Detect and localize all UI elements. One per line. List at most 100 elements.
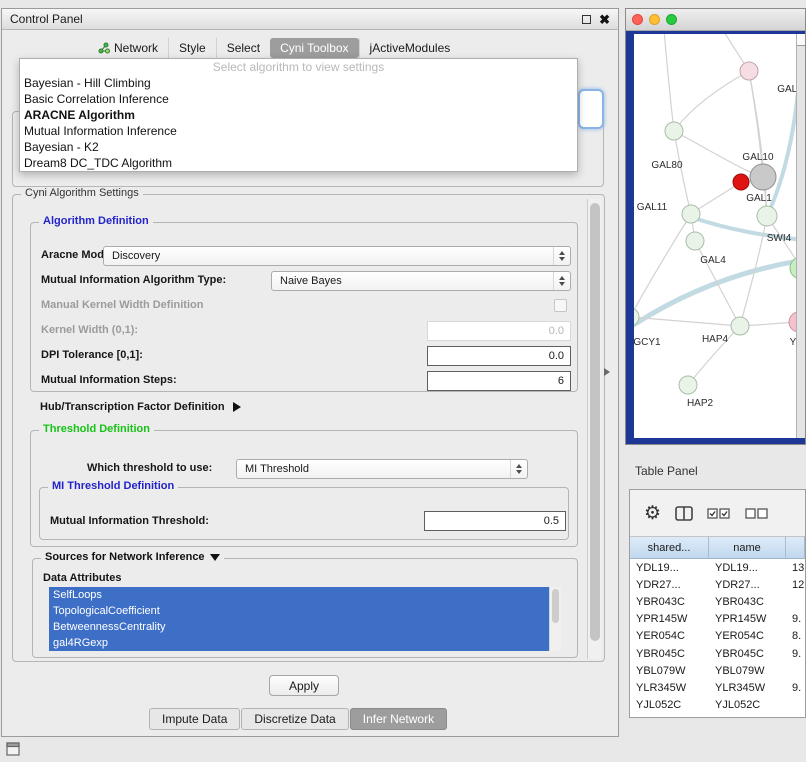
- table-row[interactable]: YLR345WYLR345W9.: [630, 679, 805, 696]
- network-scrollbar[interactable]: [796, 34, 805, 438]
- dpi-tolerance-label: DPI Tolerance [0,1]:: [41, 349, 143, 361]
- tab-style[interactable]: Style: [168, 38, 216, 58]
- table-row[interactable]: YER054CYER054C8.: [630, 628, 805, 645]
- table-cell: 13: [786, 562, 805, 574]
- restore-panel-icon[interactable]: [6, 742, 20, 756]
- table-row[interactable]: YPR145WYPR145W9.: [630, 611, 805, 628]
- table-cell: YER054C: [630, 630, 709, 642]
- column-header-shared[interactable]: shared...: [630, 537, 709, 558]
- settings-scrollbar[interactable]: [587, 199, 601, 659]
- network-node-label: GAL80: [651, 160, 683, 171]
- attribute-item-selfloops[interactable]: SelfLoops: [49, 587, 549, 603]
- table-row[interactable]: YJL052CYJL052C: [630, 697, 805, 714]
- mi-type-combo[interactable]: Naive Bayes: [271, 271, 571, 291]
- dpi-tolerance-field[interactable]: 0.0: [427, 346, 571, 366]
- table-row[interactable]: YBR045CYBR045C9.: [630, 645, 805, 662]
- algorithm-option-aracne-algorithm[interactable]: ARACNE Algorithm: [20, 107, 577, 123]
- kernel-width-field[interactable]: 0.0: [427, 321, 571, 341]
- manual-kernel-checkbox[interactable]: [554, 299, 567, 312]
- column-header-name[interactable]: name: [709, 537, 786, 558]
- bottom-tab-impute-data[interactable]: Impute Data: [149, 708, 240, 730]
- bottom-tab-infer-network[interactable]: Infer Network: [350, 708, 447, 730]
- table-row[interactable]: YDR27...YDR27...12: [630, 576, 805, 593]
- apply-button[interactable]: Apply: [269, 675, 339, 696]
- mi-steps-value: 6: [558, 375, 564, 387]
- network-node[interactable]: [731, 317, 749, 335]
- network-node[interactable]: [679, 376, 697, 394]
- table-cell: YBR045C: [709, 648, 786, 660]
- network-node[interactable]: [682, 205, 700, 223]
- tab-select[interactable]: Select: [216, 38, 270, 58]
- table-cell: YDR27...: [630, 579, 709, 591]
- table-cell: YJL052C: [709, 699, 786, 711]
- deselect-all-checkboxes-icon[interactable]: [745, 508, 769, 519]
- gear-icon[interactable]: ⚙: [644, 504, 661, 523]
- algorithm-option-mutual-information-inference[interactable]: Mutual Information Inference: [20, 123, 577, 139]
- attributes-scrollbar-thumb[interactable]: [552, 589, 559, 623]
- table-row[interactable]: YDL19...YDL19...13: [630, 559, 805, 576]
- close-panel-icon[interactable]: ✖: [599, 13, 610, 26]
- tab-label: jActiveModules: [370, 41, 451, 55]
- table-cell: YDL19...: [709, 562, 786, 574]
- combo-spinner-icon: [553, 272, 570, 290]
- algorithm-option-dream8-dc-tdc-algorithm[interactable]: Dream8 DC_TDC Algorithm: [20, 155, 577, 171]
- table-cell: YDR27...: [709, 579, 786, 591]
- network-edge: [634, 214, 691, 317]
- attribute-item-topologicalcoefficient[interactable]: TopologicalCoefficient: [49, 603, 549, 619]
- mi-type-value: Naive Bayes: [280, 275, 342, 287]
- table-cell: 9.: [786, 613, 805, 625]
- algorithm-option-basic-correlation-inference[interactable]: Basic Correlation Inference: [20, 91, 577, 107]
- mi-steps-label: Mutual Information Steps:: [41, 374, 177, 386]
- network-node-label: SWI4: [767, 233, 792, 244]
- mi-threshold-field[interactable]: 0.5: [424, 511, 566, 531]
- network-scroll-button[interactable]: [797, 34, 805, 46]
- collapse-arrow-icon[interactable]: [210, 554, 220, 561]
- table-row[interactable]: YBL079WYBL079W: [630, 662, 805, 679]
- splitter-arrow-icon[interactable]: [604, 368, 610, 376]
- table-cell: YBL079W: [709, 665, 786, 677]
- tab-jactivemodules[interactable]: jActiveModules: [359, 38, 461, 58]
- float-window-icon[interactable]: [582, 15, 591, 24]
- table-body: YDL19...YDL19...13YDR27...YDR27...12YBR0…: [630, 559, 805, 717]
- algorithm-popup-placeholder[interactable]: Select algorithm to view settings: [20, 59, 577, 75]
- aracne-mode-combo[interactable]: Discovery: [103, 246, 571, 266]
- close-window-icon[interactable]: [632, 14, 643, 25]
- zoom-window-icon[interactable]: [666, 14, 677, 25]
- network-node[interactable]: [686, 232, 704, 250]
- settings-scrollbar-thumb[interactable]: [590, 203, 600, 641]
- network-node[interactable]: [733, 174, 749, 190]
- attributes-scrollbar[interactable]: [549, 587, 561, 651]
- tab-cyni-toolbox[interactable]: Cyni Toolbox: [270, 38, 358, 58]
- minimize-window-icon[interactable]: [649, 14, 660, 25]
- tab-label: Cyni Toolbox: [280, 41, 348, 55]
- table-row[interactable]: YBR043CYBR043C: [630, 593, 805, 610]
- attribute-item-betweennesscentrality[interactable]: BetweennessCentrality: [49, 619, 549, 635]
- expand-arrow-icon[interactable]: [233, 402, 241, 412]
- network-node[interactable]: [757, 206, 777, 226]
- algorithm-combo-fragment[interactable]: [578, 89, 604, 129]
- which-threshold-combo[interactable]: MI Threshold: [236, 459, 528, 479]
- dpi-tolerance-value: 0.0: [549, 350, 564, 362]
- tab-label: Network: [114, 41, 158, 55]
- network-window-titlebar: [626, 9, 805, 31]
- network-node[interactable]: [740, 62, 758, 80]
- hub-section-header[interactable]: Hub/Transcription Factor Definition: [40, 401, 241, 413]
- bottom-tab-discretize-data[interactable]: Discretize Data: [241, 708, 348, 730]
- network-edge: [674, 131, 752, 173]
- algorithm-option-bayesian-k2[interactable]: Bayesian - K2: [20, 139, 577, 155]
- algorithm-option-bayesian-hill-climbing[interactable]: Bayesian - Hill Climbing: [20, 75, 577, 91]
- columns-icon[interactable]: [675, 506, 693, 521]
- select-all-checkboxes-icon[interactable]: [707, 508, 731, 519]
- network-canvas[interactable]: GAL7GAL80GAL10GAL11GAL1SWI4GAL4GCY1HAP4Y…: [634, 34, 798, 438]
- column-header-extra[interactable]: [786, 537, 805, 558]
- sources-group-title[interactable]: Sources for Network Inference: [41, 551, 224, 563]
- combo-spinner-icon: [510, 460, 527, 478]
- sources-title-text: Sources for Network Inference: [45, 551, 205, 563]
- network-node[interactable]: [665, 122, 683, 140]
- tab-network[interactable]: Network: [88, 38, 168, 58]
- control-panel-title: Control Panel: [10, 12, 83, 26]
- mi-steps-field[interactable]: 6: [427, 371, 571, 391]
- network-icon: [98, 42, 110, 54]
- attribute-item-gal4rgexp[interactable]: gal4RGexp: [49, 635, 549, 651]
- network-node[interactable]: [750, 164, 776, 190]
